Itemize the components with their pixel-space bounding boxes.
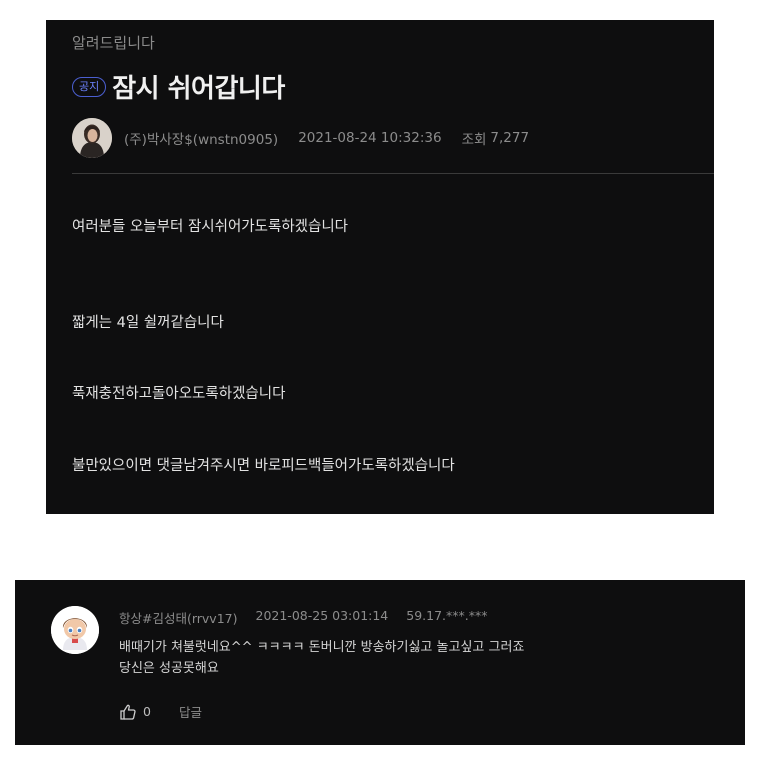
- comment-meta: 항상#김성태(rrvv17) 2021-08-25 03:01:14 59.17…: [119, 608, 488, 627]
- comment-item: 항상#김성태(rrvv17) 2021-08-25 03:01:14 59.17…: [15, 580, 745, 745]
- comment-text-line: 당신은 성공못해요: [119, 661, 219, 676]
- post-body-line: 푹재충전하고돌아오도록하겠습니다: [72, 386, 286, 402]
- like-count: 0: [143, 704, 151, 719]
- reply-button[interactable]: 답글: [179, 702, 202, 721]
- post-category[interactable]: 알려드립니다: [72, 32, 155, 53]
- comment-author[interactable]: 항상#김성태(rrvv17): [119, 608, 238, 627]
- views-count: 7,277: [490, 130, 530, 146]
- post-title: 잠시 쉬어갑니다: [112, 74, 285, 104]
- like-button[interactable]: 0: [119, 703, 151, 721]
- comment-text-line: 배때기가 쳐불럿네요^^ ㅋㅋㅋㅋ 돈버니깐 방송하기싫고 놀고싶고 그러죠: [119, 640, 525, 655]
- post-body-line: 불만있으이면 댓글남겨주시면 바로피드백들어가도록하겠습니다: [72, 458, 455, 474]
- post-panel: 알려드립니다 공지 잠시 쉬어갑니다 (주)박사장$(wnstn0905) 20…: [46, 20, 714, 514]
- post-divider: [72, 173, 714, 174]
- comment-actions: 0 답글: [119, 702, 202, 721]
- post-datetime: 2021-08-24 10:32:36: [298, 130, 442, 146]
- thumbs-up-icon: [120, 704, 136, 720]
- post-title-row: 공지 잠시 쉬어갑니다: [72, 68, 285, 105]
- comment-datetime: 2021-08-25 03:01:14: [255, 608, 389, 623]
- post-body-line: 여러분들 오늘부터 잠시쉬어가도록하겠습니다: [72, 219, 349, 235]
- author-avatar[interactable]: [72, 118, 112, 158]
- comment-ip: 59.17.***.***: [406, 608, 488, 623]
- notice-badge: 공지: [72, 76, 107, 97]
- post-meta: (주)박사장$(wnstn0905) 2021-08-24 10:32:36 조…: [72, 118, 529, 158]
- post-author[interactable]: (주)박사장$(wnstn0905): [124, 128, 278, 148]
- views-label: 조회: [461, 132, 487, 148]
- commenter-avatar[interactable]: [51, 606, 99, 654]
- post-body-line: 짧게는 4일 쉴꺼같습니다: [72, 315, 224, 331]
